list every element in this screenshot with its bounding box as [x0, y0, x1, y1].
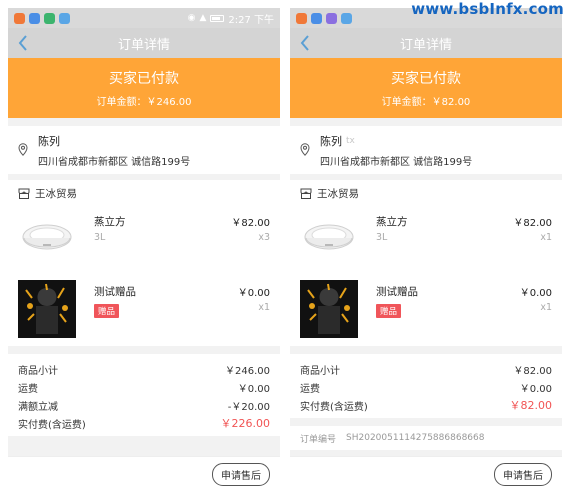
gift-badge: 赠品 — [376, 304, 402, 318]
order-item[interactable]: 测试赠品 赠品 ￥0.00 x1 — [18, 276, 270, 346]
item-quantity: x3 — [258, 232, 270, 243]
order-status-title: 买家已付款 — [391, 71, 461, 87]
order-status-title: 买家已付款 — [109, 71, 179, 87]
shop-header[interactable]: 王冰贸易 — [300, 180, 552, 206]
item-price: ￥0.00 — [519, 288, 552, 299]
phone-screen-right: 订单详情 买家已付款 订单金额：￥82.00 陈列 tx 四川省成都市新都区 诚信… — [290, 8, 562, 492]
summary-value: ￥246.00 — [225, 365, 270, 377]
app-notification-icon — [29, 12, 40, 24]
summary-label: 商品小计 — [300, 365, 340, 377]
wifi-icon: ◉ — [187, 13, 196, 23]
status-indicators: ◉ ▲ 2:27 下午 — [188, 11, 274, 26]
summary-label: 满额立减 — [18, 401, 58, 413]
item-quantity: x1 — [540, 302, 552, 313]
summary-value: ￥0.00 — [237, 383, 270, 395]
order-item[interactable]: 测试赠品 赠品 ￥0.00 x1 — [300, 276, 552, 346]
item-price: ￥82.00 — [231, 218, 270, 229]
shipping-address: 陈列 tx 四川省成都市新都区 诚信路199号 — [290, 126, 562, 174]
back-arrow-icon[interactable] — [299, 34, 311, 52]
nav-bar: 订单详情 — [290, 28, 562, 58]
item-quantity: x1 — [540, 232, 552, 243]
order-amount: 订单金额：￥82.00 — [381, 97, 471, 108]
price-summary: 商品小计 ￥82.00 运费 ￥0.00 实付费(含运费) ￥82.00 — [290, 354, 562, 418]
store-icon — [18, 188, 30, 199]
summary-value: -￥20.00 — [227, 401, 270, 413]
rice-cooker-image — [300, 210, 358, 268]
item-quantity: x1 — [258, 302, 270, 313]
after-sale-button[interactable]: 申请售后 — [494, 463, 552, 486]
page: www.bsbInfx.com ◉ ▲ 2:27 下午 订单详情 买家已付款 订… — [0, 0, 570, 500]
page-title: 订单详情 — [399, 37, 452, 53]
page-title: 订单详情 — [117, 37, 170, 53]
address-line: 四川省成都市新都区 诚信路199号 — [38, 157, 191, 168]
app-notification-icon — [44, 12, 55, 24]
watermark-text: www.bsbInfx.com — [411, 0, 564, 18]
location-pin-icon — [18, 143, 28, 156]
gift-badge: 赠品 — [94, 304, 120, 318]
back-arrow-icon[interactable] — [17, 34, 29, 52]
app-notification-icon — [341, 12, 352, 24]
bottom-action-bar: 申请售后 — [8, 456, 280, 492]
app-notification-icon — [59, 12, 70, 24]
app-notification-icon — [311, 12, 322, 24]
summary-value: ￥0.00 — [519, 383, 552, 395]
summary-label: 商品小计 — [18, 365, 58, 377]
order-item[interactable]: 蒸立方 3L ￥82.00 x1 — [300, 206, 552, 276]
signal-icon: ▲ — [199, 13, 207, 23]
order-amount: 订单金额：￥246.00 — [96, 97, 192, 108]
recipient-name: 陈列 — [38, 135, 60, 148]
shop-header[interactable]: 王冰贸易 — [18, 180, 270, 206]
gift-poster-image — [18, 280, 76, 338]
shop-section: 王冰贸易 蒸立方 3L ￥82.00 x1 测试赠品 赠品 ￥0.00 x1 — [290, 180, 562, 346]
price-summary: 商品小计 ￥246.00 运费 ￥0.00 满额立减 -￥20.00 实付费(含运费)… — [8, 354, 280, 436]
item-name: 蒸立方 — [376, 216, 408, 228]
order-number-row: 订单编号 SH2020051114275886868668 — [290, 426, 562, 450]
total-paid: ￥226.00 — [220, 417, 271, 430]
order-item[interactable]: 蒸立方 3L ￥82.00 x3 — [18, 206, 270, 276]
phone-screen-left: ◉ ▲ 2:27 下午 订单详情 买家已付款 订单金额：￥246.00 陈列 四… — [8, 8, 280, 492]
app-notification-icon — [296, 12, 307, 24]
item-spec: 3L — [376, 232, 388, 243]
item-price: ￥0.00 — [237, 288, 270, 299]
summary-label: 实付费(含运费) — [18, 419, 86, 431]
item-name: 测试赠品 — [376, 286, 418, 298]
recipient-name: 陈列 — [320, 135, 342, 148]
status-bar: ◉ ▲ 2:27 下午 — [8, 8, 280, 28]
item-name: 蒸立方 — [94, 216, 126, 228]
store-icon — [300, 188, 312, 199]
summary-value: ￥82.00 — [513, 365, 552, 377]
item-name: 测试赠品 — [94, 286, 136, 298]
order-number-label: 订单编号 — [300, 434, 337, 445]
order-number-value: SH2020051114275886868668 — [346, 433, 485, 443]
gift-poster-image — [300, 280, 358, 338]
shop-name: 王冰贸易 — [317, 187, 359, 200]
shop-section: 王冰贸易 蒸立方 3L ￥82.00 x3 测试赠品 赠品 ￥0.00 x1 — [8, 180, 280, 346]
order-status-banner: 买家已付款 订单金额：￥82.00 — [290, 58, 562, 118]
item-spec: 3L — [94, 232, 106, 243]
summary-label: 实付费(含运费) — [300, 401, 368, 413]
nav-bar: 订单详情 — [8, 28, 280, 58]
app-notification-icon — [326, 12, 337, 24]
shipping-address: 陈列 四川省成都市新都区 诚信路199号 — [8, 126, 280, 174]
recipient-phone: tx — [346, 136, 355, 146]
item-price: ￥82.00 — [513, 218, 552, 229]
status-time: 2:27 下午 — [228, 14, 274, 26]
location-pin-icon — [300, 143, 310, 156]
order-status-banner: 买家已付款 订单金额：￥246.00 — [8, 58, 280, 118]
address-line: 四川省成都市新都区 诚信路199号 — [320, 157, 473, 168]
summary-label: 运费 — [18, 383, 38, 395]
rice-cooker-image — [18, 210, 76, 268]
bottom-action-bar: 申请售后 — [290, 456, 562, 492]
after-sale-button[interactable]: 申请售后 — [212, 463, 270, 486]
battery-icon — [210, 14, 225, 22]
app-notification-icon — [14, 12, 25, 24]
summary-label: 运费 — [300, 383, 320, 395]
total-paid: ￥82.00 — [509, 399, 553, 412]
shop-name: 王冰贸易 — [35, 187, 77, 200]
